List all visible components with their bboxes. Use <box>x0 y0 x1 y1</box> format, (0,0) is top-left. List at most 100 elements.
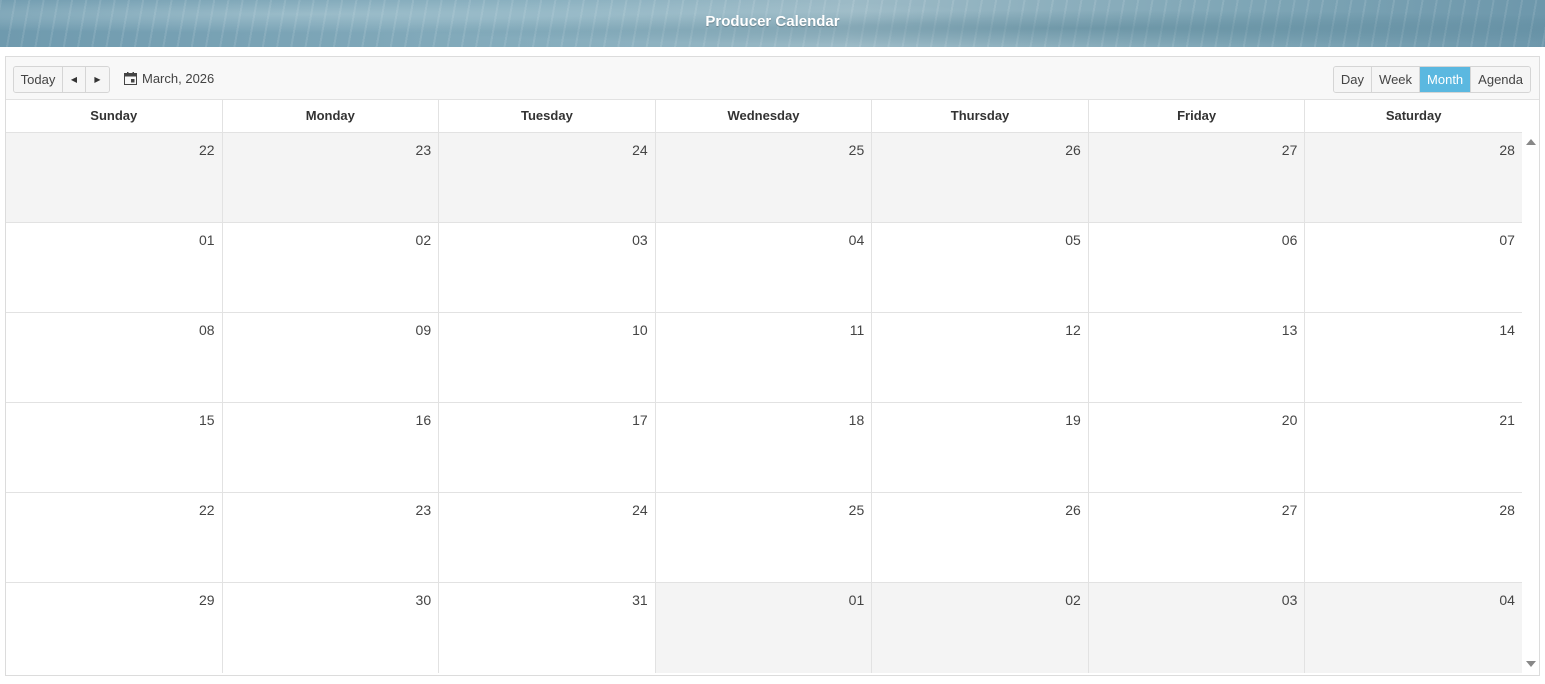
day-number[interactable]: 01 <box>849 592 865 608</box>
month-grid: 22 23 24 25 26 27 28 01 02 03 04 05 06 07 08 09 10 11 12 13… <box>6 133 1522 673</box>
day-cell[interactable]: 26 <box>872 133 1089 222</box>
day-number[interactable]: 01 <box>199 232 215 248</box>
day-number[interactable]: 19 <box>1065 412 1081 428</box>
day-cell[interactable]: 02 <box>222 223 440 312</box>
day-cell[interactable]: 25 <box>655 133 873 222</box>
day-number[interactable]: 13 <box>1282 322 1298 338</box>
page-title: Producer Calendar <box>705 13 840 30</box>
day-number[interactable]: 31 <box>632 592 648 608</box>
day-cell[interactable]: 01 <box>655 583 873 673</box>
day-number[interactable]: 14 <box>1499 322 1515 338</box>
next-button[interactable]: ▶ <box>86 67 109 92</box>
day-cell[interactable]: 27 <box>1088 493 1306 582</box>
day-number[interactable]: 16 <box>416 412 432 428</box>
day-number[interactable]: 04 <box>849 232 865 248</box>
day-cell[interactable]: 03 <box>439 223 656 312</box>
day-cell[interactable]: 15 <box>6 403 223 492</box>
view-month-button[interactable]: Month <box>1420 67 1472 92</box>
day-number[interactable]: 17 <box>632 412 648 428</box>
day-number[interactable]: 24 <box>632 502 648 518</box>
day-number[interactable]: 04 <box>1499 592 1515 608</box>
today-button[interactable]: Today <box>14 67 63 92</box>
day-cell[interactable]: 18 <box>655 403 873 492</box>
day-number[interactable]: 12 <box>1065 322 1081 338</box>
day-cell[interactable]: 23 <box>222 493 440 582</box>
day-number[interactable]: 30 <box>416 592 432 608</box>
day-cell[interactable]: 22 <box>6 133 223 222</box>
vertical-scrollbar[interactable] <box>1523 133 1539 673</box>
day-number[interactable]: 24 <box>632 142 648 158</box>
day-cell[interactable]: 31 <box>439 583 656 673</box>
day-number[interactable]: 11 <box>850 322 865 338</box>
day-number[interactable]: 29 <box>199 592 215 608</box>
day-number[interactable]: 25 <box>849 142 865 158</box>
day-number[interactable]: 21 <box>1499 412 1515 428</box>
day-cell[interactable]: 28 <box>1305 133 1522 222</box>
scroll-down-icon[interactable] <box>1526 661 1536 667</box>
day-cell[interactable]: 28 <box>1305 493 1522 582</box>
day-number[interactable]: 26 <box>1065 142 1081 158</box>
view-day-button[interactable]: Day <box>1333 67 1373 92</box>
view-agenda-button[interactable]: Agenda <box>1471 67 1530 92</box>
day-number[interactable]: 22 <box>199 502 215 518</box>
day-cell[interactable]: 19 <box>872 403 1089 492</box>
day-number[interactable]: 10 <box>632 322 648 338</box>
day-number[interactable]: 05 <box>1065 232 1081 248</box>
day-number[interactable]: 15 <box>199 412 215 428</box>
day-cell[interactable]: 13 <box>1088 313 1306 402</box>
day-cell[interactable]: 22 <box>6 493 223 582</box>
week-row: 01 02 03 04 05 06 07 <box>6 223 1522 313</box>
day-number[interactable]: 02 <box>1065 592 1081 608</box>
day-cell[interactable]: 10 <box>439 313 656 402</box>
day-cell[interactable]: 30 <box>222 583 440 673</box>
day-cell[interactable]: 05 <box>872 223 1089 312</box>
day-number[interactable]: 03 <box>632 232 648 248</box>
day-number[interactable]: 02 <box>416 232 432 248</box>
day-number[interactable]: 27 <box>1282 142 1298 158</box>
previous-button[interactable]: ◀ <box>63 67 86 92</box>
day-number[interactable]: 18 <box>849 412 865 428</box>
weekday-thursday: Thursday <box>872 100 1089 132</box>
day-number[interactable]: 23 <box>416 142 432 158</box>
day-cell[interactable]: 16 <box>222 403 440 492</box>
day-cell[interactable]: 03 <box>1088 583 1306 673</box>
day-cell[interactable]: 29 <box>6 583 223 673</box>
day-cell[interactable]: 08 <box>6 313 223 402</box>
day-number[interactable]: 23 <box>416 502 432 518</box>
day-cell[interactable]: 04 <box>1305 583 1522 673</box>
caret-right-icon: ▶ <box>94 75 101 84</box>
day-number[interactable]: 25 <box>849 502 865 518</box>
day-cell[interactable]: 01 <box>6 223 223 312</box>
day-number[interactable]: 28 <box>1499 142 1515 158</box>
day-cell[interactable]: 17 <box>439 403 656 492</box>
day-cell[interactable]: 24 <box>439 133 656 222</box>
day-cell[interactable]: 20 <box>1088 403 1306 492</box>
day-number[interactable]: 20 <box>1282 412 1298 428</box>
day-cell[interactable]: 12 <box>872 313 1089 402</box>
day-number[interactable]: 28 <box>1499 502 1515 518</box>
day-cell[interactable]: 23 <box>222 133 440 222</box>
day-cell[interactable]: 14 <box>1305 313 1522 402</box>
day-cell[interactable]: 27 <box>1088 133 1306 222</box>
current-date-picker[interactable]: March, 2026 <box>124 66 214 91</box>
day-cell[interactable]: 25 <box>655 493 873 582</box>
day-cell[interactable]: 21 <box>1305 403 1522 492</box>
day-cell[interactable]: 02 <box>872 583 1089 673</box>
day-cell[interactable]: 09 <box>222 313 440 402</box>
day-cell[interactable]: 24 <box>439 493 656 582</box>
day-cell[interactable]: 04 <box>655 223 873 312</box>
day-number[interactable]: 08 <box>199 322 215 338</box>
day-cell[interactable]: 06 <box>1088 223 1306 312</box>
day-number[interactable]: 09 <box>416 322 432 338</box>
day-cell[interactable]: 11 <box>655 313 873 402</box>
day-cell[interactable]: 26 <box>872 493 1089 582</box>
day-number[interactable]: 07 <box>1499 232 1515 248</box>
day-number[interactable]: 06 <box>1282 232 1298 248</box>
scroll-up-icon[interactable] <box>1526 139 1536 145</box>
view-week-button[interactable]: Week <box>1372 67 1421 92</box>
day-number[interactable]: 26 <box>1065 502 1081 518</box>
day-number[interactable]: 03 <box>1282 592 1298 608</box>
day-number[interactable]: 27 <box>1282 502 1298 518</box>
day-cell[interactable]: 07 <box>1305 223 1522 312</box>
day-number[interactable]: 22 <box>199 142 215 158</box>
